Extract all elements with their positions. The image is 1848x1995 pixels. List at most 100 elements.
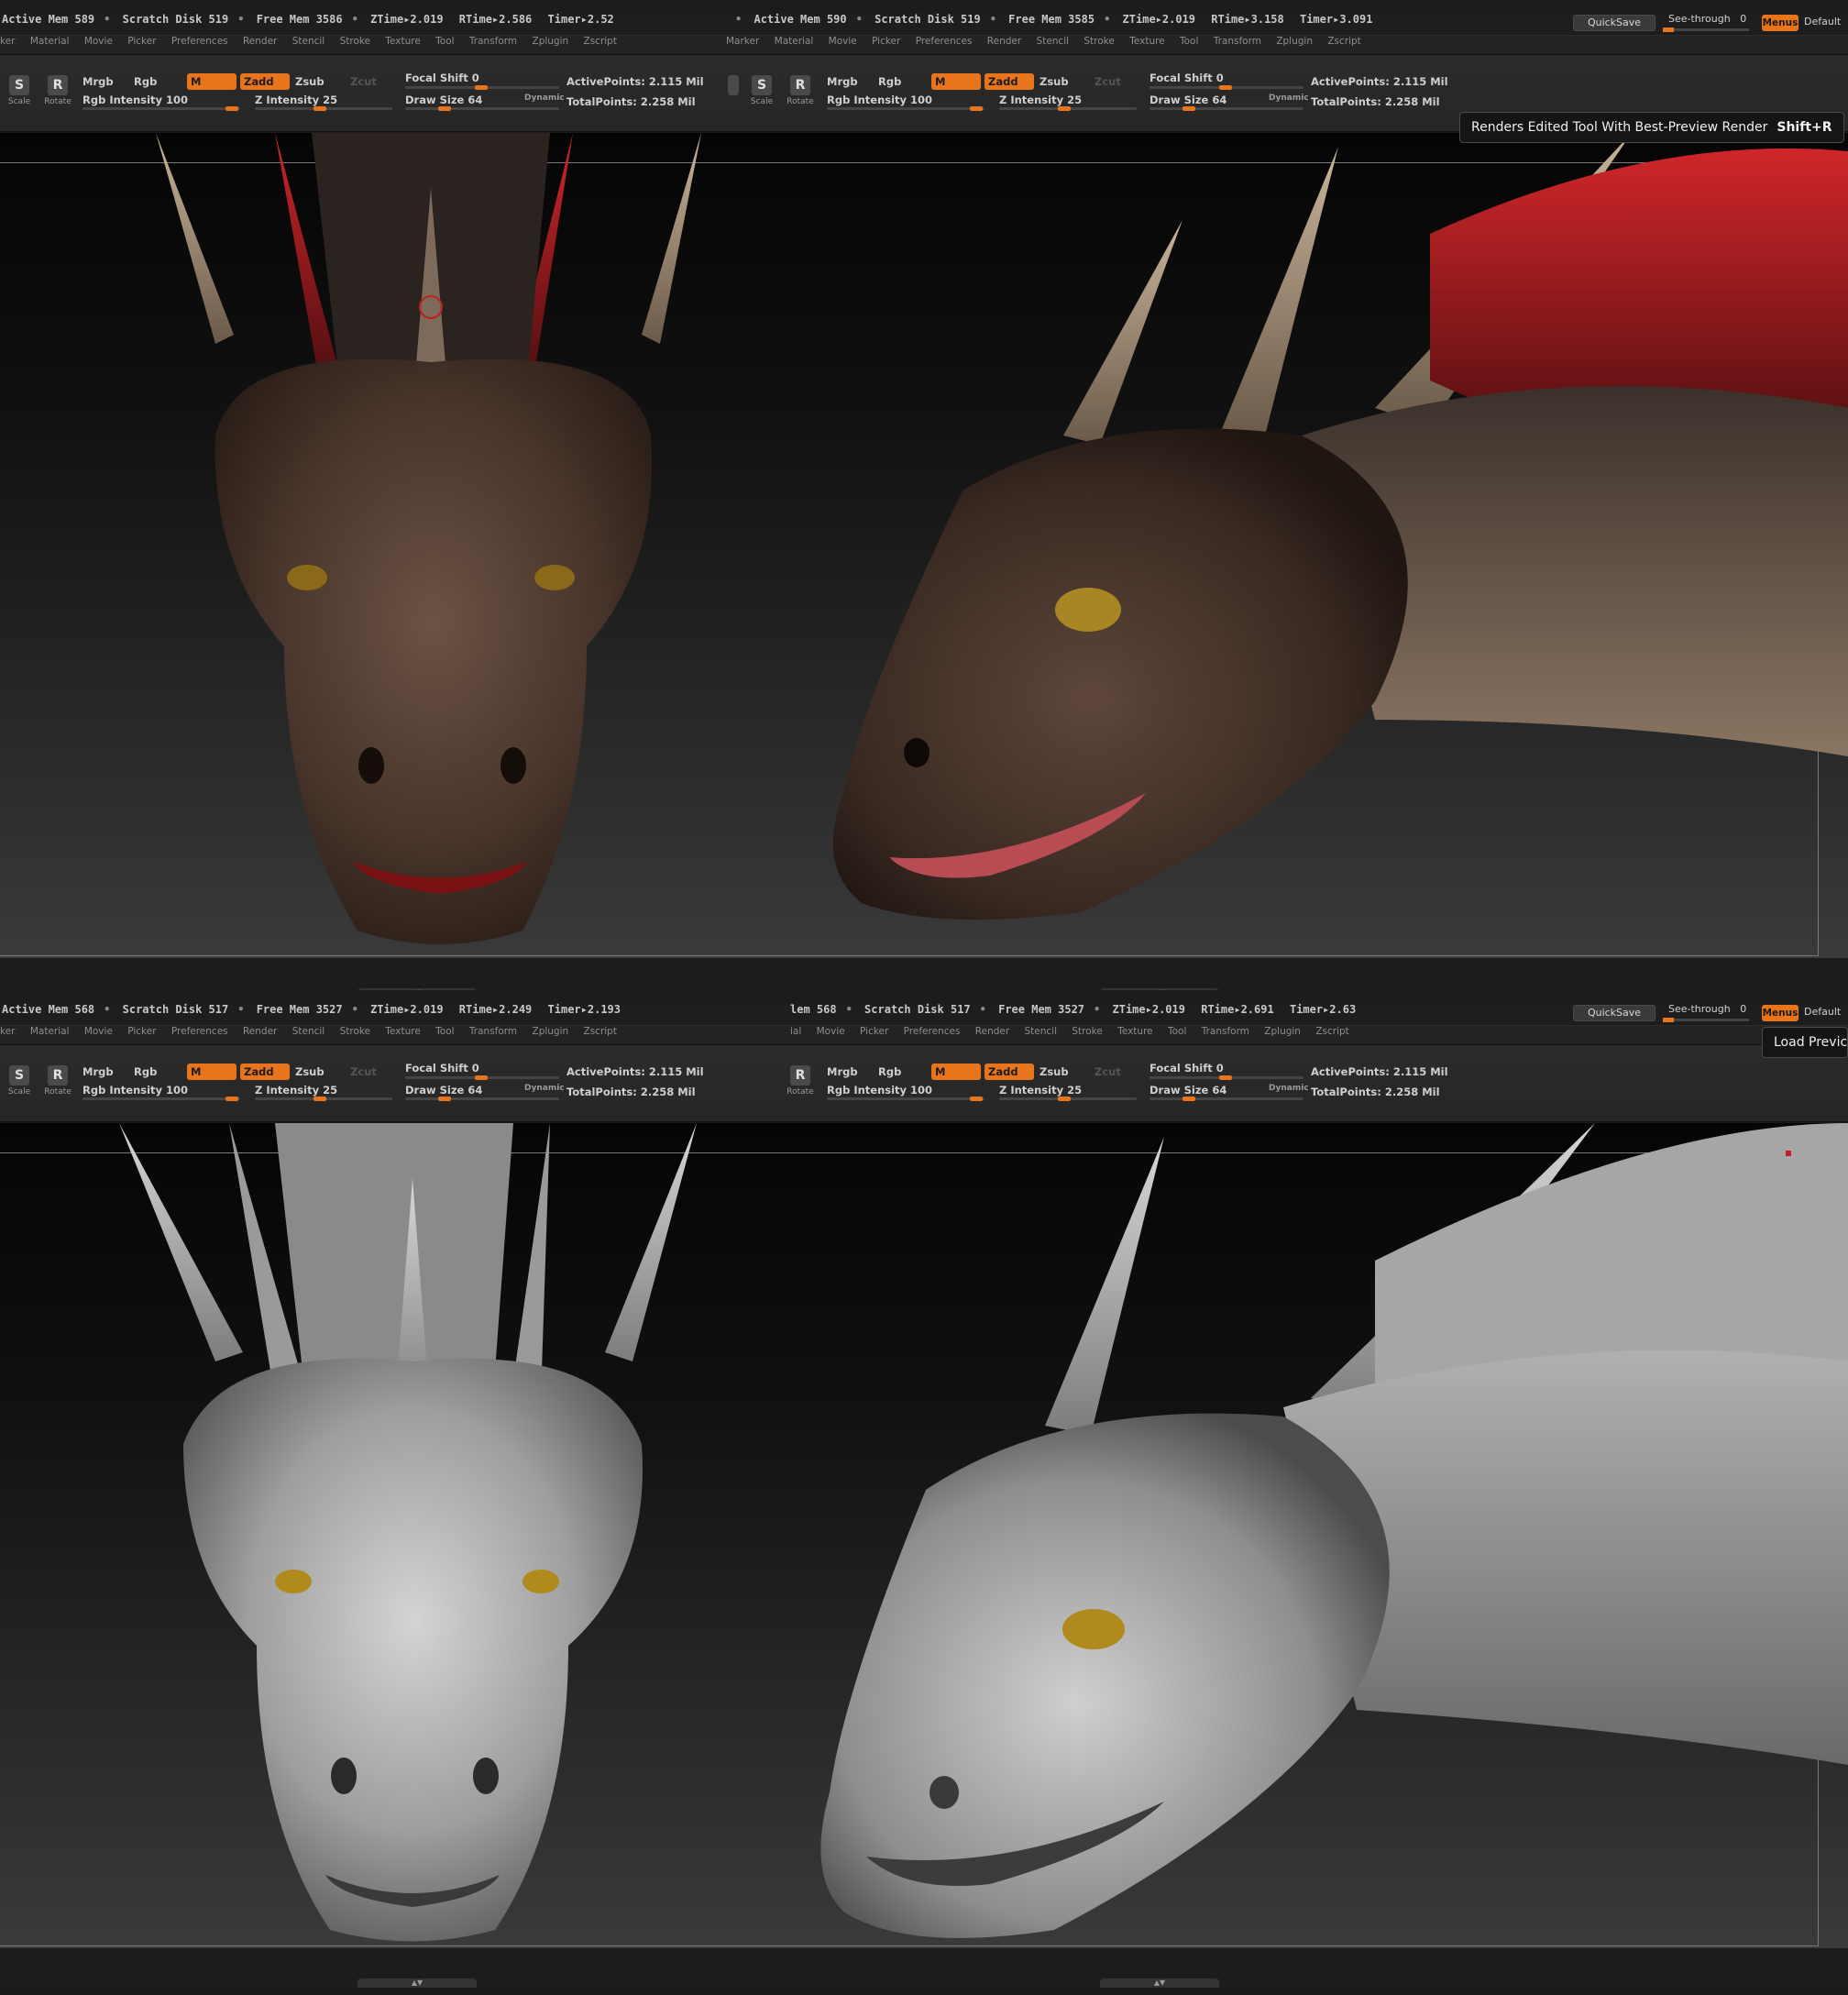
menu-stencil[interactable]: Stencil [1025,1026,1058,1037]
zsub-button[interactable]: Zsub [295,75,324,88]
menus-button[interactable]: Menus [1762,15,1798,31]
dynamic-toggle[interactable]: Dynamic [524,1084,565,1093]
menu-zscript[interactable]: Zscript [584,36,617,47]
menu-texture[interactable]: Texture [385,36,420,47]
zsub-button[interactable]: Zsub [295,1065,324,1078]
menu-transform[interactable]: Transform [469,1026,517,1037]
see-through-slider[interactable] [1663,28,1749,32]
menu-zplugin[interactable]: Zplugin [1276,36,1313,47]
menu-stencil[interactable]: Stencil [292,36,325,47]
menu-tool[interactable]: Tool [435,36,454,47]
rotate-button[interactable]: R Rotate [42,1065,73,1102]
menu-preferences[interactable]: Preferences [904,1026,961,1037]
mrgb-button[interactable]: Mrgb [827,1065,858,1078]
menu-render[interactable]: Render [987,36,1021,47]
rgb-button[interactable]: Rgb [134,75,157,88]
menu-preferences[interactable]: Preferences [916,36,973,47]
z-intensity-slider[interactable] [255,1097,392,1101]
menu-zplugin[interactable]: Zplugin [533,36,569,47]
menu-render[interactable]: Render [243,36,277,47]
draw-size-slider[interactable] [1150,1097,1304,1101]
draw-size-slider[interactable] [1150,106,1304,111]
z-intensity-slider[interactable] [255,106,392,111]
menu-preferences[interactable]: Preferences [171,36,228,47]
mrgb-button[interactable]: Mrgb [827,75,858,88]
menu-texture[interactable]: Texture [385,1026,420,1037]
menu-picker[interactable]: Picker [860,1026,888,1037]
z-intensity-slider[interactable] [999,106,1137,111]
m-button[interactable]: M [187,73,236,90]
menu-stroke[interactable]: Stroke [340,36,370,47]
menu-item[interactable]: ker [0,36,15,47]
quicksave-button[interactable]: QuickSave [1573,1005,1656,1021]
zcut-button[interactable]: Zcut [350,75,377,88]
menu-zplugin[interactable]: Zplugin [1264,1026,1301,1037]
menu-picker[interactable]: Picker [127,1026,156,1037]
menu-stencil[interactable]: Stencil [292,1026,325,1037]
rgb-button[interactable]: Rgb [878,1065,901,1078]
rgb-intensity-slider[interactable] [82,106,240,111]
menu-texture[interactable]: Texture [1129,36,1164,47]
move-button[interactable] [724,75,742,112]
rotate-button[interactable]: R Rotate [785,1065,816,1102]
menu-zscript[interactable]: Zscript [1327,36,1360,47]
menu-render[interactable]: Render [243,1026,277,1037]
menu-movie[interactable]: Movie [84,1026,113,1037]
scale-button[interactable]: S Scale [4,75,35,112]
menu-zscript[interactable]: Zscript [1315,1026,1348,1037]
menu-zplugin[interactable]: Zplugin [533,1026,569,1037]
focal-shift-slider[interactable] [1150,1075,1304,1080]
menu-tool[interactable]: Tool [1168,1026,1186,1037]
menu-transform[interactable]: Transform [469,36,517,47]
zsub-button[interactable]: Zsub [1040,1065,1069,1078]
scale-button[interactable]: S Scale [746,75,777,112]
menu-zscript[interactable]: Zscript [584,1026,617,1037]
focal-shift-slider[interactable] [1150,85,1304,90]
menu-marker[interactable]: Marker [726,36,759,47]
zadd-button[interactable]: Zadd [984,73,1034,90]
menu-item[interactable]: ker [0,1026,15,1037]
rgb-button[interactable]: Rgb [878,75,901,88]
see-through-slider[interactable] [1663,1018,1749,1022]
menu-picker[interactable]: Picker [127,36,156,47]
resize-handle-icon[interactable]: ▲▼ [1100,1978,1219,1988]
m-button[interactable]: M [931,73,981,90]
rgb-intensity-slider[interactable] [82,1097,240,1101]
zcut-button[interactable]: Zcut [350,1065,377,1078]
menu-stroke[interactable]: Stroke [340,1026,370,1037]
menus-button[interactable]: Menus [1762,1005,1798,1021]
menu-material[interactable]: Material [30,36,70,47]
draw-size-slider[interactable] [405,1097,559,1101]
menu-render[interactable]: Render [975,1026,1009,1037]
mrgb-button[interactable]: Mrgb [82,1065,114,1078]
menu-movie[interactable]: Movie [817,1026,845,1037]
dynamic-toggle[interactable]: Dynamic [524,94,565,103]
draw-size-slider[interactable] [405,106,559,111]
m-button[interactable]: M [187,1064,236,1080]
zcut-button[interactable]: Zcut [1094,75,1121,88]
zcut-button[interactable]: Zcut [1094,1065,1121,1078]
zadd-button[interactable]: Zadd [240,73,290,90]
quicksave-button[interactable]: QuickSave [1573,15,1656,31]
z-intensity-slider[interactable] [999,1097,1137,1101]
menu-tool[interactable]: Tool [435,1026,454,1037]
top-viewport[interactable] [0,133,1848,958]
rotate-button[interactable]: R Rotate [785,75,816,112]
menu-preferences[interactable]: Preferences [171,1026,228,1037]
resize-handle-icon[interactable]: ▲▼ [358,1978,477,1988]
menu-stroke[interactable]: Stroke [1084,36,1114,47]
dynamic-toggle[interactable]: Dynamic [1269,94,1309,103]
default-label[interactable]: Default [1804,16,1841,28]
menu-material[interactable]: Material [30,1026,70,1037]
m-button[interactable]: M [931,1064,981,1080]
menu-texture[interactable]: Texture [1117,1026,1152,1037]
rotate-button[interactable]: R Rotate [42,75,73,112]
zsub-button[interactable]: Zsub [1040,75,1069,88]
menu-material[interactable]: ial [790,1026,801,1037]
menu-movie[interactable]: Movie [84,36,113,47]
menu-stroke[interactable]: Stroke [1072,1026,1102,1037]
focal-shift-slider[interactable] [405,85,559,90]
menu-material[interactable]: Material [775,36,814,47]
zadd-button[interactable]: Zadd [240,1064,290,1080]
scale-button[interactable]: S Scale [4,1065,35,1102]
